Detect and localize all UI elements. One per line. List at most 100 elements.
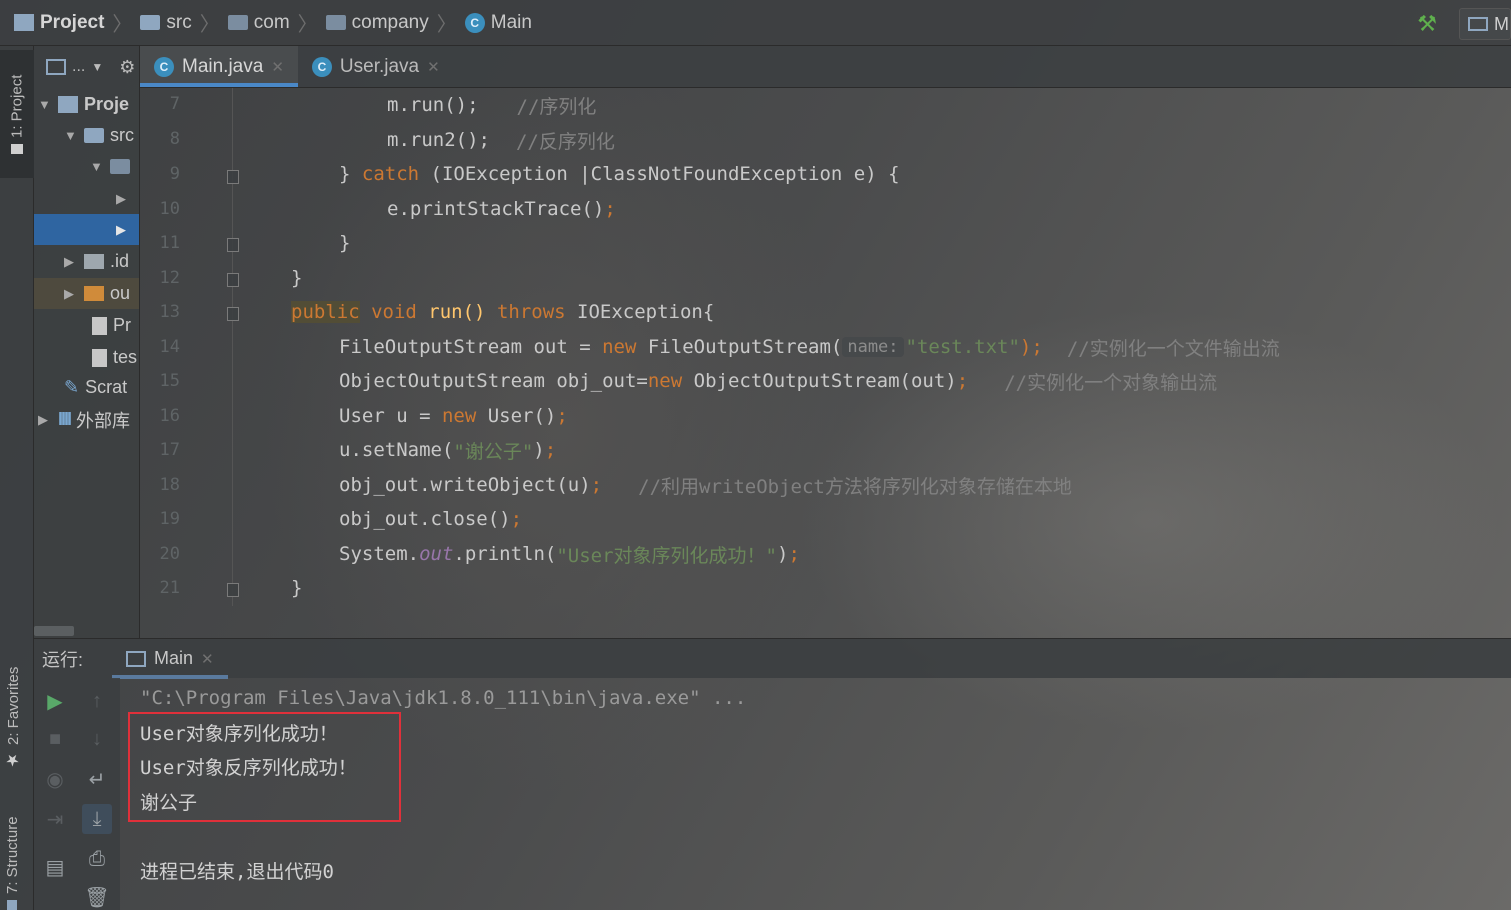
run-label: 运行: (42, 649, 84, 670)
close-icon[interactable]: ✕ (271, 58, 284, 76)
code-line-10: e.printStackTrace(); (387, 198, 616, 220)
line-number: 15 (159, 371, 180, 391)
gear-icon[interactable]: ⚙ (119, 57, 135, 78)
run-configuration-selector[interactable]: M (1459, 8, 1511, 40)
line-number: 10 (159, 199, 180, 219)
tree-item-out[interactable]: ▶ ou (34, 278, 139, 309)
code-editor[interactable]: m.run(); //序列化 m.run2(); //反序列化 } catch … (236, 88, 1511, 606)
star-icon: ★ (5, 751, 22, 770)
code-line-19: obj_out.close(); (339, 508, 523, 530)
project-panel: ... ▼ ⚙ ▼ Proje ▼ src ▼ ▶ ▶ ▶ .id ▶ ou P… (34, 46, 140, 638)
project-icon (58, 96, 78, 113)
line-number: 12 (159, 268, 180, 288)
tab-main-java[interactable]: C Main.java ✕ (140, 46, 298, 87)
arrow-down-icon[interactable]: ↓ (82, 724, 112, 754)
tree-item-project-file[interactable]: Pr (34, 310, 139, 341)
package-icon (227, 15, 248, 30)
breadcrumb-project[interactable]: Project (14, 12, 104, 34)
folder-icon (140, 15, 161, 30)
exit-icon[interactable]: ⇥ (40, 804, 70, 834)
code-line-18: obj_out.writeObject(u); //利用writeObject方… (339, 474, 1072, 498)
console-output-line: User对象反序列化成功！ (140, 756, 357, 779)
breadcrumb-com[interactable]: com (227, 12, 290, 34)
class-icon: C (464, 12, 485, 33)
project-view-icon[interactable] (46, 59, 66, 75)
folder-icon (11, 143, 23, 154)
run-toolbar: ▶ ↑ ■ ↓ ◉ ↵ ⇥ ⤓ ▤ ⎙ 🗑 (34, 678, 120, 910)
expand-arrow-icon[interactable]: ▶ (64, 254, 78, 270)
chevron-down-icon[interactable]: ▼ (91, 60, 103, 74)
class-icon: C (154, 56, 174, 77)
print-icon[interactable]: ⎙ (82, 844, 112, 874)
code-line-14: FileOutputStream out = new FileOutputStr… (339, 336, 1280, 360)
camera-icon[interactable]: ◉ (40, 764, 70, 794)
console-output[interactable]: "C:\Program Files\Java\jdk1.8.0_111\bin\… (120, 678, 1511, 910)
close-icon[interactable]: ✕ (427, 58, 440, 76)
stop-icon[interactable]: ■ (40, 724, 70, 754)
window-icon (1468, 17, 1488, 31)
code-line-7: m.run(); //序列化 (387, 94, 597, 118)
line-number: 11 (159, 233, 180, 253)
breadcrumb-main[interactable]: C Main (464, 12, 532, 34)
trash-icon[interactable]: 🗑 (82, 882, 112, 910)
library-icon: IIII (58, 409, 72, 429)
code-line-9: } catch (IOException |ClassNotFoundExcep… (339, 163, 900, 185)
horizontal-scrollbar[interactable] (34, 626, 74, 636)
line-number: 14 (159, 337, 180, 357)
code-line-8: m.run2(); //反序列化 (387, 129, 615, 153)
breadcrumb-src[interactable]: src (140, 12, 192, 34)
tree-item-subpackage[interactable]: ▶ (34, 183, 139, 214)
expand-arrow-icon[interactable]: ▶ (116, 222, 130, 238)
breadcrumb-separator-icon: 〉 (297, 14, 318, 36)
tree-item-external-libraries[interactable]: ▶ IIII 外部库 (34, 404, 139, 435)
folder-icon (84, 128, 104, 143)
expand-arrow-icon[interactable]: ▶ (38, 412, 52, 428)
expand-arrow-icon[interactable]: ▶ (116, 191, 130, 207)
project-icon (14, 14, 34, 31)
package-icon (325, 15, 346, 30)
build-hammer-icon[interactable]: ⚒ (1417, 11, 1437, 37)
line-number: 18 (159, 475, 180, 495)
project-panel-toolbar: ... ▼ ⚙ (34, 46, 139, 88)
code-line-21: } (291, 577, 303, 599)
run-tab-main[interactable]: Main ✕ (112, 639, 228, 679)
soft-wrap-icon[interactable]: ↵ (82, 764, 112, 794)
file-icon (92, 316, 107, 335)
layout-icon[interactable]: ▤ (40, 852, 70, 882)
tool-tab-structure[interactable]: 7: Structure (4, 796, 21, 910)
line-number: 17 (159, 440, 180, 460)
collapse-arrow-icon[interactable]: ▼ (64, 128, 78, 143)
scroll-to-end-icon[interactable]: ⤓ (82, 804, 112, 834)
navigation-bar: Project 〉 src 〉 com 〉 company 〉 C Main ⚒… (0, 0, 1511, 46)
arrow-up-icon[interactable]: ↑ (82, 686, 112, 716)
breadcrumb-company[interactable]: company (325, 12, 429, 34)
tree-item-scratches[interactable]: ✎ Scrat (34, 372, 139, 403)
parameter-hint: name: (842, 337, 904, 357)
code-line-20: System. out .println("User对象序列化成功！"); (339, 543, 800, 567)
console-output-line: 谢公子 (140, 791, 198, 814)
tree-item-package[interactable]: ▼ (34, 151, 139, 182)
gutter-separator (232, 88, 233, 606)
tool-tab-project[interactable]: 1: Project (0, 50, 34, 178)
code-line-12: } (291, 267, 303, 289)
tree-item-src[interactable]: ▼ src (34, 120, 139, 151)
tree-item-test-file[interactable]: tes (34, 342, 139, 373)
console-exit-line: 进程已结束,退出代码0 (140, 860, 334, 883)
scratch-icon: ✎ (64, 377, 80, 397)
line-number: 19 (159, 509, 180, 529)
editor-tab-bar: C Main.java ✕ C User.java ✕ (140, 46, 1511, 88)
tree-item-project[interactable]: ▼ Proje (34, 89, 139, 120)
close-icon[interactable]: ✕ (201, 650, 214, 668)
tool-tab-favorites[interactable]: ★ 2: Favorites (4, 650, 23, 770)
tree-item-idea[interactable]: ▶ .id (34, 246, 139, 277)
line-number: 21 (159, 578, 180, 598)
run-panel-header: 运行: Main ✕ (34, 638, 1511, 679)
expand-arrow-icon[interactable]: ▶ (64, 286, 78, 302)
collapse-arrow-icon[interactable]: ▼ (38, 97, 52, 112)
collapse-arrow-icon[interactable]: ▼ (90, 159, 104, 174)
editor-gutter: 7 8 9 10 11 12 13 14 15 16 17 18 19 20 2… (140, 88, 239, 606)
tab-user-java[interactable]: C User.java ✕ (298, 46, 454, 87)
tree-item-selected[interactable]: ▶ (34, 214, 139, 245)
rerun-icon[interactable]: ▶ (40, 686, 70, 716)
code-line-15: ObjectOutputStream obj_out= new ObjectOut… (339, 370, 1218, 394)
